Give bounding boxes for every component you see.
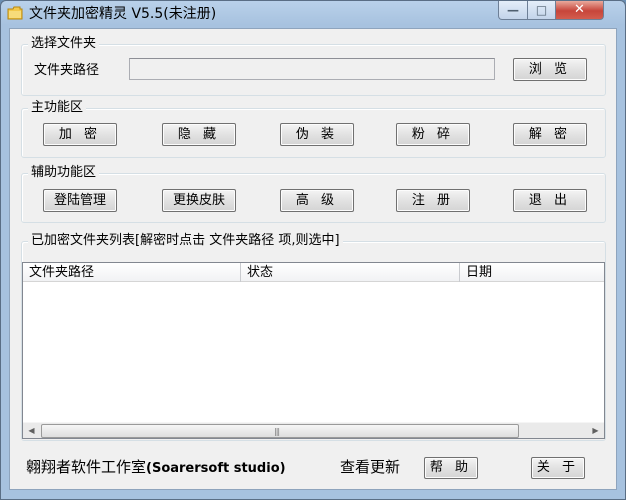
folder-path-label: 文件夹路径 xyxy=(34,63,100,78)
exit-button[interactable]: 退 出 xyxy=(513,189,587,212)
advanced-button[interactable]: 高 级 xyxy=(280,189,354,212)
select-folder-group-label: 选择文件夹 xyxy=(28,36,100,52)
shred-button-label: 粉 碎 xyxy=(411,127,455,142)
help-button[interactable]: 帮 助 xyxy=(424,457,478,479)
shred-button[interactable]: 粉 碎 xyxy=(396,123,470,146)
studio-name: 翱翔者软件工作室 xyxy=(26,458,147,476)
close-icon: ✕ xyxy=(574,2,585,17)
register-button[interactable]: 注 册 xyxy=(396,189,470,212)
login-manage-button-label: 登陆管理 xyxy=(53,193,106,208)
register-button-label: 注 册 xyxy=(411,193,455,208)
check-update-link[interactable]: 查看更新 xyxy=(340,457,400,477)
browse-button-label: 浏 览 xyxy=(528,62,572,77)
title-bar[interactable]: 文件夹加密精灵 V5.5(未注册) — □ ✕ xyxy=(1,1,625,27)
maximize-icon: □ xyxy=(535,3,548,17)
decrypt-button-label: 解 密 xyxy=(528,127,572,142)
change-skin-button[interactable]: 更换皮肤 xyxy=(162,189,236,212)
hide-button[interactable]: 隐 藏 xyxy=(162,123,236,146)
column-header-folder-path[interactable]: 文件夹路径 xyxy=(23,263,241,282)
minimize-icon: — xyxy=(507,3,519,17)
client-area: 选择文件夹 文件夹路径 浏 览 主功能区 加 密 隐 藏 伪 装 粉 碎 解 密… xyxy=(9,28,617,490)
folder-icon xyxy=(7,6,23,20)
decrypt-button[interactable]: 解 密 xyxy=(513,123,587,146)
exit-button-label: 退 出 xyxy=(528,193,572,208)
browse-button[interactable]: 浏 览 xyxy=(513,58,587,81)
scroll-right-icon[interactable]: ▶ xyxy=(587,423,604,439)
encrypt-button-label: 加 密 xyxy=(58,127,102,142)
encrypted-folder-list[interactable]: 文件夹路径 状态 日期 ◀ ||| ▶ xyxy=(22,262,605,439)
aux-functions-group-label: 辅助功能区 xyxy=(28,165,100,181)
maximize-button[interactable]: □ xyxy=(528,1,556,20)
advanced-button-label: 高 级 xyxy=(295,193,339,208)
scroll-left-icon[interactable]: ◀ xyxy=(23,423,40,439)
scroll-thumb[interactable]: ||| xyxy=(41,424,519,438)
list-header: 文件夹路径 状态 日期 xyxy=(23,263,604,282)
app-window: 文件夹加密精灵 V5.5(未注册) — □ ✕ 选择文件夹 文件夹路径 浏 览 … xyxy=(0,0,626,500)
minimize-button[interactable]: — xyxy=(498,1,528,20)
login-manage-button[interactable]: 登陆管理 xyxy=(43,189,117,212)
column-header-date[interactable]: 日期 xyxy=(460,263,604,282)
main-functions-group-label: 主功能区 xyxy=(28,100,87,116)
window-title: 文件夹加密精灵 V5.5(未注册) xyxy=(29,6,217,22)
encrypted-list-group-label: 已加密文件夹列表[解密时点击 文件夹路径 项,则选中] xyxy=(28,233,343,249)
encrypt-button[interactable]: 加 密 xyxy=(43,123,117,146)
change-skin-button-label: 更换皮肤 xyxy=(172,193,225,208)
studio-name-en: (Soarersoft studio) xyxy=(146,461,286,476)
grip-icon: ||| xyxy=(274,427,280,436)
hide-button-label: 隐 藏 xyxy=(177,127,221,142)
studio-label: 翱翔者软件工作室(Soarersoft studio) xyxy=(26,457,286,479)
column-header-status[interactable]: 状态 xyxy=(241,263,460,282)
close-button[interactable]: ✕ xyxy=(556,1,604,20)
about-button[interactable]: 关 于 xyxy=(531,457,585,479)
folder-path-input[interactable] xyxy=(129,58,495,80)
help-button-label: 帮 助 xyxy=(429,460,473,475)
disguise-button[interactable]: 伪 装 xyxy=(280,123,354,146)
about-button-label: 关 于 xyxy=(536,460,580,475)
disguise-button-label: 伪 装 xyxy=(295,127,339,142)
horizontal-scrollbar[interactable]: ◀ ||| ▶ xyxy=(23,422,604,438)
